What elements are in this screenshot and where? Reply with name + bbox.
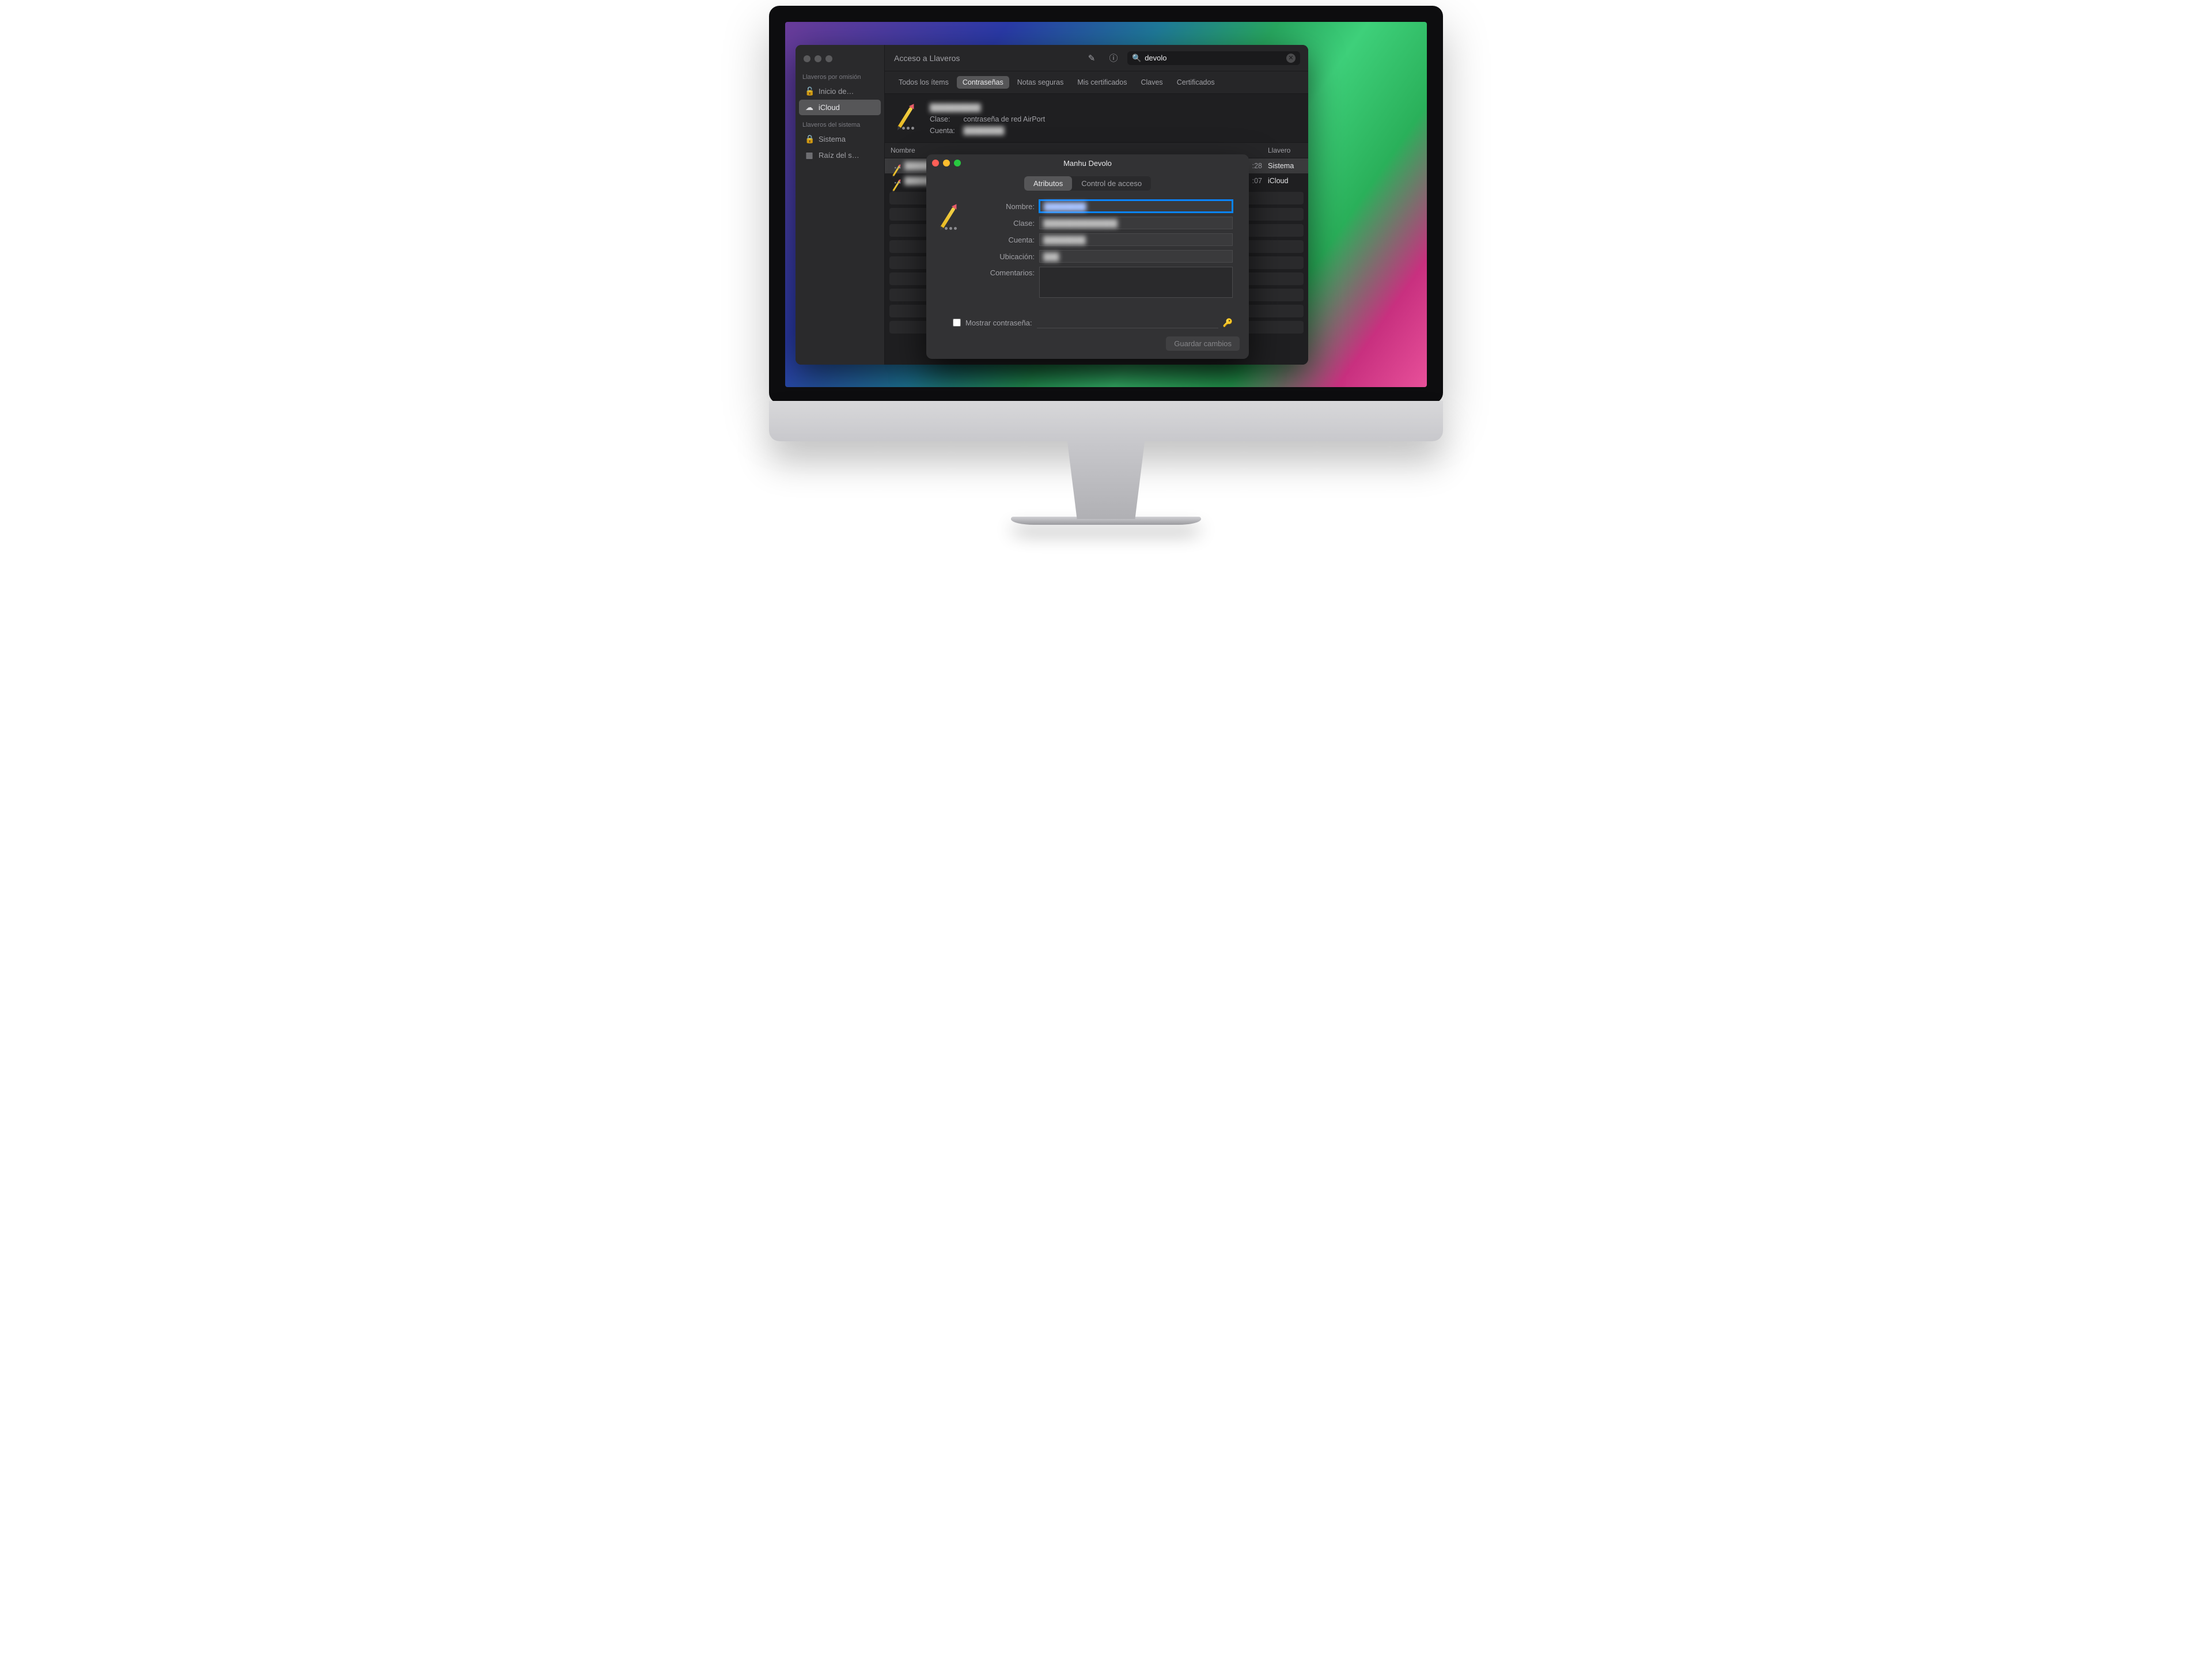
sidebar-item-system-roots[interactable]: ▦ Raíz del s… [799,147,881,163]
traffic-minimize-icon[interactable] [943,160,950,166]
tab-certificates[interactable]: Certificados [1171,76,1221,89]
show-password-checkbox[interactable] [953,319,961,327]
sheet-titlebar: Manhu Devolo [926,154,1249,172]
class-label: Clase: [930,113,961,125]
window-title: Acceso a Llaveros [894,54,1078,63]
sidebar-item-label: Inicio de… [819,87,854,96]
account-field[interactable]: ████████ [1039,233,1233,246]
desktop-wallpaper: Llaveros por omisión 🔓 Inicio de… ☁︎ iCl… [785,22,1427,387]
key-icon[interactable]: 🔑 [1223,318,1233,328]
tab-secure-notes[interactable]: Notas seguras [1012,76,1070,89]
sidebar-item-label: Raíz del s… [819,151,859,160]
name-field[interactable]: ████████ [1039,200,1233,213]
comments-field[interactable] [1039,267,1233,298]
field-label-class: Clase: [979,219,1035,228]
tab-all-items[interactable]: Todos los ítems [893,76,955,89]
password-item-icon [894,102,922,130]
traffic-close-icon[interactable] [804,55,810,62]
field-label-account: Cuenta: [979,236,1035,244]
location-field[interactable]: ███ [1039,250,1233,263]
search-clear-icon[interactable]: ✕ [1286,54,1296,63]
compose-icon[interactable]: ✎ [1084,51,1100,65]
account-value-redacted: ████████ [963,127,1004,135]
sidebar-item-system[interactable]: 🔒 Sistema [799,131,881,147]
keychain-sidebar: Llaveros por omisión 🔓 Inicio de… ☁︎ iCl… [796,45,885,365]
imac-chin [769,401,1443,441]
magnifier-icon: 🔍 [1132,54,1141,63]
certificates-icon: ▦ [805,150,814,160]
segment-access-control[interactable]: Control de acceso [1072,176,1151,191]
unlock-icon: 🔓 [805,86,814,96]
row-keychain: Sistema [1262,158,1308,173]
info-icon[interactable]: ⓘ [1105,51,1122,65]
field-label-comments: Comentarios: [979,267,1035,277]
traffic-minimize-icon[interactable] [815,55,821,62]
segment-attributes[interactable]: Atributos [1024,176,1072,191]
traffic-close-icon[interactable] [932,160,939,166]
item-detail-header: ██████████ Clase: contraseña de red AirP… [885,94,1308,142]
password-field[interactable] [1037,317,1218,328]
password-item-icon [891,164,896,169]
sidebar-section-default: Llaveros por omisión [796,68,884,83]
class-field[interactable]: ██████████████ [1039,217,1233,229]
password-item-icon [891,179,896,184]
sidebar-item-label: Sistema [819,135,846,143]
traffic-zoom-icon[interactable] [954,160,961,166]
sheet-form: Nombre: ████████ Clase: ██████████████ C… [979,200,1233,310]
save-changes-button[interactable]: Guardar cambios [1166,336,1240,351]
category-tabs: Todos los ítems Contraseñas Notas segura… [885,71,1308,94]
sheet-traffic-lights[interactable] [932,160,961,166]
field-label-location: Ubicación: [979,252,1035,261]
sidebar-section-system: Llaveros del sistema [796,116,884,131]
sidebar-item-login[interactable]: 🔓 Inicio de… [799,84,881,99]
tab-my-certificates[interactable]: Mis certificados [1071,76,1132,89]
cloud-icon: ☁︎ [805,103,814,112]
imac-stand [1046,441,1166,519]
sheet-title: Manhu Devolo [1063,159,1112,168]
show-password-label: Mostrar contraseña: [965,319,1032,327]
sheet-item-icon [937,200,971,310]
field-label-name: Nombre: [979,202,1035,211]
column-header-keychain[interactable]: Llavero [1262,143,1308,158]
item-editor-sheet: Manhu Devolo Atributos Control de acceso [926,154,1249,359]
window-traffic-lights[interactable] [796,50,884,68]
sidebar-item-label: iCloud [819,103,840,112]
sheet-segmented-control: Atributos Control de acceso [926,172,1249,198]
row-keychain: iCloud [1262,173,1308,188]
lock-icon: 🔒 [805,134,814,144]
sidebar-item-icloud[interactable]: ☁︎ iCloud [799,100,881,115]
account-label: Cuenta: [930,125,961,137]
search-input[interactable] [1145,54,1283,62]
window-titlebar: Acceso a Llaveros ✎ ⓘ 🔍 ✕ [885,45,1308,71]
item-detail-fields: ██████████ Clase: contraseña de red AirP… [930,102,1045,137]
search-field[interactable]: 🔍 ✕ [1127,51,1300,65]
traffic-zoom-icon[interactable] [825,55,832,62]
item-name-redacted: ██████████ [930,104,981,112]
tab-passwords[interactable]: Contraseñas [957,76,1009,89]
show-password-row: Mostrar contraseña: 🔑 [926,310,1249,328]
class-value: contraseña de red AirPort [963,115,1045,123]
tab-keys[interactable]: Claves [1135,76,1168,89]
